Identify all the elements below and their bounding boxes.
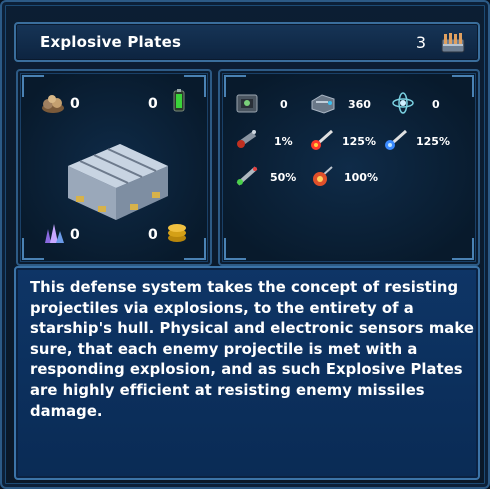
physical-value: 1% <box>274 135 293 148</box>
crystal-cluster-icon <box>45 224 64 243</box>
blue-missile-icon <box>385 129 407 150</box>
ammo-box-icon <box>236 94 258 113</box>
description-panel: This defense system takes the concept of… <box>14 266 480 480</box>
item-info-window: Explosive Plates 3 0 0 0 0 0 360 0 1% 12… <box>0 0 490 489</box>
gold-coins-icon <box>168 224 186 242</box>
ore-pile-icon <box>42 95 64 113</box>
missile-red-value: 125% <box>342 135 376 148</box>
hull-value: 360 <box>348 98 371 111</box>
ammo-value: 0 <box>280 98 288 111</box>
missile-blue-value: 125% <box>416 135 450 148</box>
torpedo-value: 50% <box>270 171 297 184</box>
stats-panel: 0 360 0 1% 125% 125% 50% 100% <box>218 69 480 266</box>
panel-corner <box>452 238 474 260</box>
gatling-icon <box>237 130 257 148</box>
gold-value: 0 <box>148 227 158 243</box>
bomb-icon <box>313 166 333 186</box>
energy-cell-icon <box>173 89 185 112</box>
ore-value: 0 <box>70 96 80 112</box>
panel-corner <box>224 238 246 260</box>
item-panel: 0 0 0 0 <box>16 69 212 266</box>
crystal-value: 0 <box>70 227 80 243</box>
explosive-plates-icon <box>68 144 168 220</box>
red-missile-icon <box>311 129 333 150</box>
item-description: This defense system takes the concept of… <box>30 279 474 420</box>
hull-armor-icon <box>311 94 335 114</box>
armor-rack-icon <box>441 33 465 53</box>
bomb-value: 100% <box>344 171 378 184</box>
shield-value: 0 <box>432 98 440 111</box>
title-bar: Explosive Plates 3 <box>14 22 480 62</box>
item-count: 3 <box>415 33 426 52</box>
shield-atom-icon <box>392 92 414 114</box>
panel-corner <box>452 75 474 97</box>
energy-value: 0 <box>148 96 158 112</box>
torpedo-icon <box>236 166 258 186</box>
item-title: Explosive Plates <box>40 33 182 51</box>
